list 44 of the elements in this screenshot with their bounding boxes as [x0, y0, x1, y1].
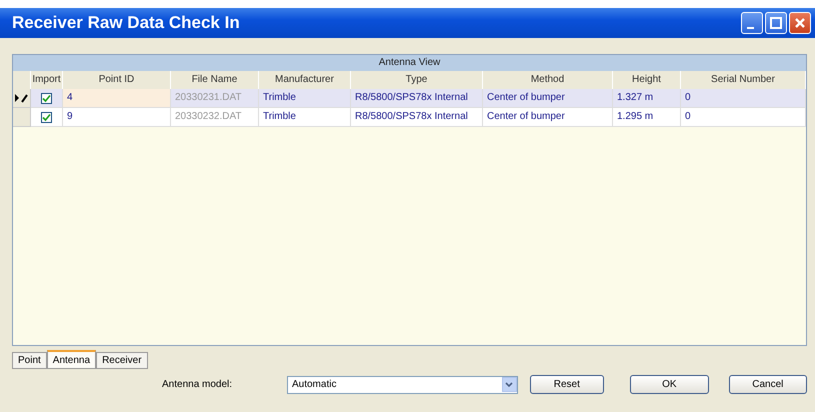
table-cell: Center of bumper: [483, 89, 613, 108]
edit-pencil-icon: [14, 93, 28, 103]
column-header[interactable]: File Name: [171, 71, 259, 90]
table-cell: 1.295 m: [613, 108, 681, 127]
maximize-button[interactable]: [765, 12, 787, 34]
table-cell: 20330232.DAT: [171, 108, 259, 127]
table-cell: R8/5800/SPS78x Internal: [351, 89, 483, 108]
column-header[interactable]: Import: [31, 71, 63, 90]
chevron-down-icon: [502, 377, 517, 392]
table-cell: 20330231.DAT: [171, 89, 259, 108]
tab[interactable]: Antenna: [46, 350, 96, 369]
dialog-button[interactable]: Reset: [530, 375, 604, 394]
close-button[interactable]: [789, 12, 811, 34]
table-cell: Trimble: [259, 108, 351, 127]
tab[interactable]: Point: [12, 352, 47, 369]
grid-caption: Antenna View: [13, 55, 806, 71]
dialog-button[interactable]: OK: [630, 375, 709, 394]
close-icon: [794, 17, 806, 29]
table-cell: 1.327 m: [613, 89, 681, 108]
import-checkbox[interactable]: [41, 92, 52, 104]
table-cell: 9: [63, 108, 171, 127]
dialog-button[interactable]: Cancel: [728, 375, 808, 394]
minimize-icon: [747, 27, 754, 29]
maximize-icon: [770, 17, 782, 29]
column-header[interactable]: Manufacturer: [259, 71, 351, 90]
column-header[interactable]: Type: [351, 71, 483, 90]
table-cell: 0: [681, 108, 806, 127]
column-header[interactable]: Height: [613, 71, 681, 90]
antenna-model-dropdown[interactable]: Automatic: [286, 376, 518, 394]
column-header[interactable]: Point ID: [63, 71, 171, 90]
corner-header: [13, 71, 31, 90]
tab[interactable]: Receiver: [96, 352, 148, 369]
antenna-model-label: Antenna model:: [162, 379, 234, 390]
import-checkbox[interactable]: [41, 112, 52, 122]
table-cell: R8/5800/SPS78x Internal: [351, 108, 483, 127]
minimize-button[interactable]: [741, 12, 763, 34]
column-header[interactable]: Method: [483, 71, 613, 90]
row-header[interactable]: [13, 89, 31, 108]
column-header[interactable]: Serial Number: [681, 71, 806, 90]
table-cell: 4: [63, 89, 171, 108]
window-title: Receiver Raw Data Check In: [12, 13, 241, 33]
table-cell: Trimble: [259, 89, 351, 108]
table-cell: 0: [681, 89, 806, 108]
table-cell: Center of bumper: [483, 108, 613, 127]
